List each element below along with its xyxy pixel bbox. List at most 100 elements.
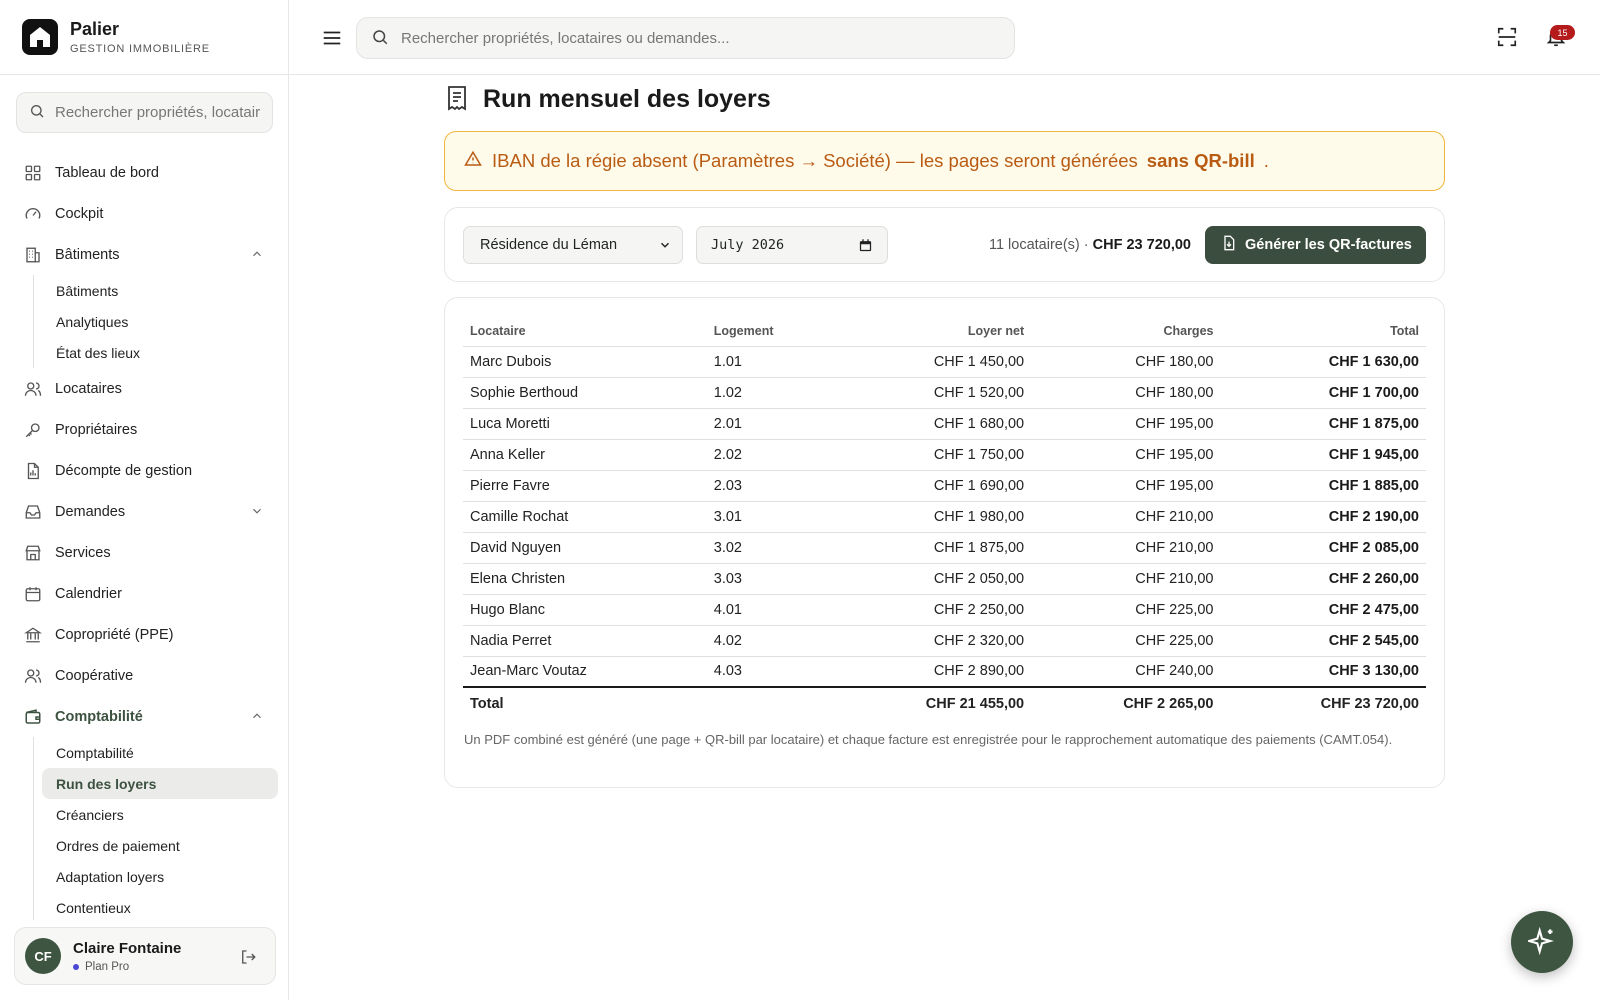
store-icon — [23, 543, 43, 563]
cell-locataire: Marc Dubois — [463, 346, 707, 378]
table-total-row: Total CHF 21 455,00 CHF 2 265,00 CHF 23 720… — [463, 686, 1426, 720]
cell-charges: CHF 195,00 — [1031, 439, 1221, 471]
sidebar-item-label: Cockpit — [55, 205, 104, 222]
warning-icon — [464, 150, 482, 173]
search-icon — [371, 28, 389, 49]
cell-loyer-net: CHF 2 890,00 — [848, 656, 1032, 688]
alert-text: IBAN de la régie absent (Paramètres → So… — [492, 150, 1138, 171]
sidebar-nav: Tableau de bord Cockpit Bâtiments Bâtime… — [0, 152, 288, 920]
table-footnote: Un PDF combiné est généré (une page + QR… — [464, 732, 1393, 747]
sidebar-item-services[interactable]: Services — [0, 532, 288, 573]
total-cell-logement — [706, 686, 849, 720]
table-row[interactable]: David Nguyen 3.02 CHF 1 875,00 CHF 210,00 CH… — [463, 532, 1426, 564]
sidebar-item-comptabilite[interactable]: Comptabilité — [0, 696, 288, 737]
sidebar-item-label: Locataires — [55, 380, 122, 397]
sidebar-item-batiments[interactable]: Bâtiments — [0, 234, 288, 275]
sidebar-item-demandes[interactable]: Demandes — [0, 491, 288, 532]
receipt-icon — [445, 85, 469, 114]
table-row[interactable]: Elena Christen 3.03 CHF 2 050,00 CHF 210,00… — [463, 563, 1426, 595]
sidebar-subitem-creanciers[interactable]: Créanciers — [42, 799, 278, 830]
sidebar-item-cockpit[interactable]: Cockpit — [0, 193, 288, 234]
user-card: CF Claire Fontaine Plan Pro — [14, 927, 276, 985]
alert-end: . — [1263, 150, 1269, 171]
sidebar-item-copropriete[interactable]: Copropriété (PPE) — [0, 614, 288, 655]
page-title: Run mensuel des loyers — [483, 85, 771, 113]
table-row[interactable]: Nadia Perret 4.02 CHF 2 320,00 CHF 225,00 CH… — [463, 625, 1426, 657]
sidebar-item-calendrier[interactable]: Calendrier — [0, 573, 288, 614]
table-row[interactable]: Jean-Marc Voutaz 4.03 CHF 2 890,00 CHF 240,… — [463, 656, 1426, 688]
sidebar-search — [16, 92, 273, 133]
inbox-icon — [23, 502, 43, 522]
rent-table-card: Locataire Logement Loyer net Charges Tot… — [444, 297, 1445, 788]
cell-logement: 3.01 — [706, 501, 849, 533]
cell-total: CHF 2 545,00 — [1220, 625, 1426, 657]
page-header: Run mensuel des loyers — [445, 85, 771, 114]
cell-logement: 4.02 — [706, 625, 849, 657]
hamburger-menu-icon[interactable] — [321, 27, 343, 52]
sidebar-item-proprietaires[interactable]: Propriétaires — [0, 409, 288, 450]
logout-icon[interactable] — [239, 948, 257, 969]
sidebar-submenu-comptabilite: Comptabilité Run des loyers Créanciers O… — [33, 737, 288, 920]
global-search-input[interactable] — [401, 29, 1001, 47]
alert-strong-text: sans QR-bill — [1146, 150, 1255, 171]
sparkle-icon — [1525, 926, 1556, 958]
cell-total: CHF 2 475,00 — [1220, 594, 1426, 626]
sidebar-item-tableau-de-bord[interactable]: Tableau de bord — [0, 152, 288, 193]
sidebar-subitem-contentieux[interactable]: Contentieux — [42, 892, 278, 920]
generate-qr-invoices-button[interactable]: Générer les QR-factures — [1205, 226, 1426, 264]
sidebar-item-decompte-de-gestion[interactable]: Décompte de gestion — [0, 450, 288, 491]
calendar-icon — [23, 584, 43, 604]
table-row[interactable]: Sophie Berthoud 1.02 CHF 1 520,00 CHF 180,0… — [463, 377, 1426, 409]
building-icon — [23, 245, 43, 265]
users-icon — [23, 666, 43, 686]
column-header-charges: Charges — [1031, 316, 1221, 347]
table-row[interactable]: Camille Rochat 3.01 CHF 1 980,00 CHF 210,00… — [463, 501, 1426, 533]
table-row[interactable]: Luca Moretti 2.01 CHF 1 680,00 CHF 195,00 CH… — [463, 408, 1426, 440]
brand-subtitle: GESTION IMMOBILIÈRE — [70, 43, 210, 55]
cell-logement: 2.02 — [706, 439, 849, 471]
cell-logement: 2.03 — [706, 470, 849, 502]
sidebar-subitem-comptabilite[interactable]: Comptabilité — [42, 737, 278, 768]
run-filters: Résidence du Léman July 2026 11 locatair… — [444, 207, 1445, 282]
table-row[interactable]: Anna Keller 2.02 CHF 1 750,00 CHF 195,00 CHF… — [463, 439, 1426, 471]
sidebar: Palier GESTION IMMOBILIÈRE Tableau de bo… — [0, 0, 289, 1000]
cell-total: CHF 1 700,00 — [1220, 377, 1426, 409]
sidebar-item-cooperative[interactable]: Coopérative — [0, 655, 288, 696]
property-select[interactable]: Résidence du Léman — [463, 226, 683, 264]
cell-charges: CHF 195,00 — [1031, 408, 1221, 440]
file-download-icon — [1221, 235, 1237, 255]
cell-logement: 1.01 — [706, 346, 849, 378]
month-picker[interactable]: July 2026 — [696, 226, 888, 264]
cell-charges: CHF 240,00 — [1031, 656, 1221, 688]
grid-icon — [23, 163, 43, 183]
tenant-count: 11 locataire(s) · — [988, 237, 1089, 253]
cell-total: CHF 2 260,00 — [1220, 563, 1426, 595]
cell-locataire: Pierre Favre — [463, 470, 707, 502]
cell-total: CHF 2 190,00 — [1220, 501, 1426, 533]
house-icon — [22, 19, 58, 55]
ai-assistant-button[interactable] — [1511, 911, 1573, 973]
cell-loyer-net: CHF 1 450,00 — [848, 346, 1032, 378]
cell-total: CHF 2 085,00 — [1220, 532, 1426, 564]
table-row[interactable]: Hugo Blanc 4.01 CHF 2 250,00 CHF 225,00 CHF … — [463, 594, 1426, 626]
cell-charges: CHF 225,00 — [1031, 594, 1221, 626]
sidebar-subitem-adaptation-loyers[interactable]: Adaptation loyers — [42, 861, 278, 892]
sidebar-subitem-batiments[interactable]: Bâtiments — [42, 275, 278, 306]
sidebar-item-locataires[interactable]: Locataires — [0, 368, 288, 409]
cell-locataire: Anna Keller — [463, 439, 707, 471]
sidebar-subitem-ordres-de-paiement[interactable]: Ordres de paiement — [42, 830, 278, 861]
chevron-down-icon — [658, 238, 672, 256]
sidebar-item-label: Bâtiments — [55, 246, 120, 263]
sidebar-search-input[interactable] — [55, 104, 260, 121]
avatar[interactable]: CF — [25, 938, 61, 974]
cell-logement: 1.02 — [706, 377, 849, 409]
sidebar-subitem-etat-des-lieux[interactable]: État des lieux — [42, 337, 278, 368]
calendar-icon[interactable] — [858, 238, 873, 257]
total-cell-loyer-net: CHF 21 455,00 — [848, 686, 1032, 720]
rent-table: Locataire Logement Loyer net Charges Tot… — [463, 316, 1426, 720]
sidebar-subitem-run-des-loyers[interactable]: Run des loyers — [42, 768, 278, 799]
scan-icon[interactable] — [1496, 26, 1518, 51]
sidebar-subitem-analytiques[interactable]: Analytiques — [42, 306, 278, 337]
table-row[interactable]: Marc Dubois 1.01 CHF 1 450,00 CHF 180,00 CHF… — [463, 346, 1426, 378]
table-row[interactable]: Pierre Favre 2.03 CHF 1 690,00 CHF 195,00 CH… — [463, 470, 1426, 502]
